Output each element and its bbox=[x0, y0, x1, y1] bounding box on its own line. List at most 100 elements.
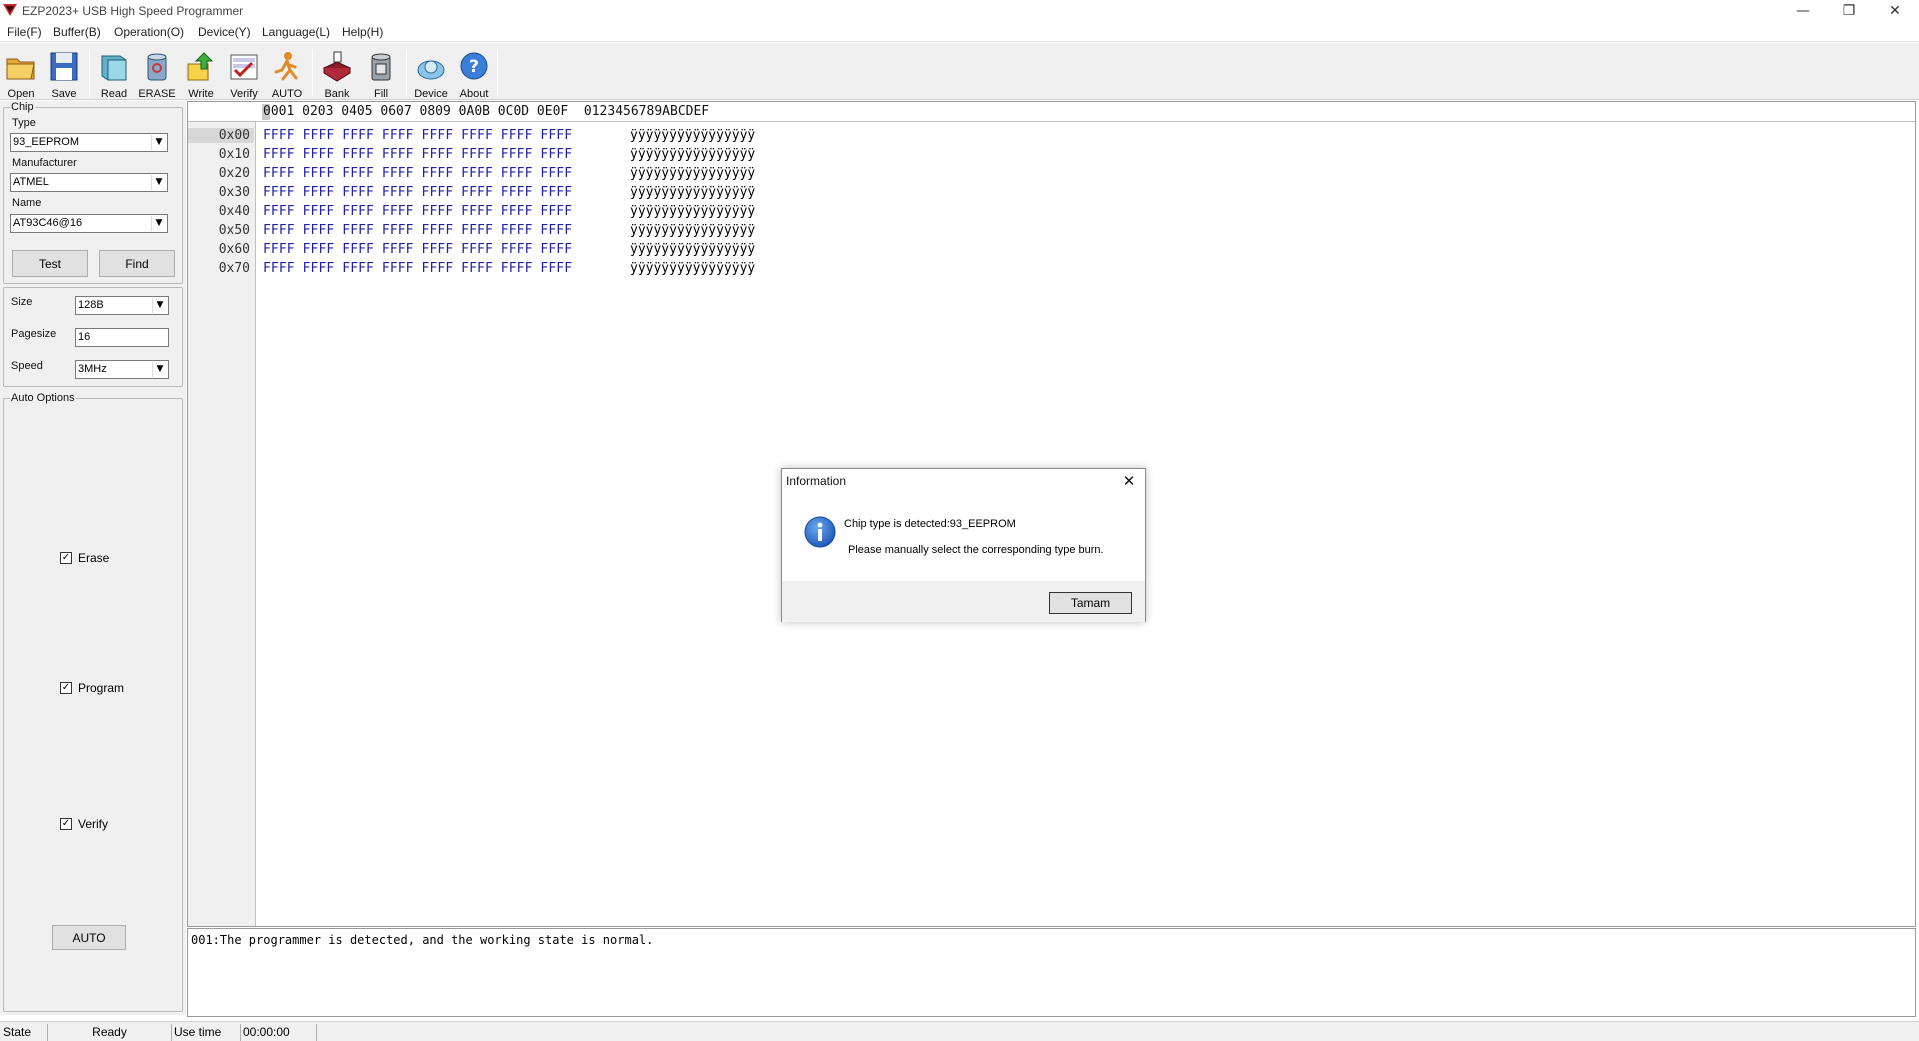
toolbar-separator bbox=[497, 49, 498, 97]
help-question-icon: ? bbox=[460, 52, 488, 80]
save-button[interactable]: Save bbox=[43, 47, 85, 100]
dialog-title: Information bbox=[786, 474, 847, 488]
row-address: 0x50 bbox=[218, 223, 250, 238]
row-ascii[interactable]: ÿÿÿÿÿÿÿÿÿÿÿÿÿÿÿÿ bbox=[630, 147, 755, 162]
minimize-button[interactable]: — bbox=[1780, 0, 1826, 22]
dialog-footer: Tamam bbox=[782, 581, 1145, 622]
find-button[interactable]: Find bbox=[99, 250, 175, 277]
device-button[interactable]: Device bbox=[410, 47, 452, 100]
erase-button[interactable]: ERASE bbox=[136, 47, 178, 100]
row-address: 0x00 bbox=[188, 128, 254, 143]
hex-column-header: 0001 0203 0405 0607 0809 0A0B 0C0D 0E0F … bbox=[188, 102, 1915, 122]
bank-book-icon bbox=[322, 51, 352, 82]
size-label: Size bbox=[11, 296, 33, 308]
status-state-label: State bbox=[1, 1024, 48, 1041]
dialog-close-button[interactable]: ✕ bbox=[1115, 470, 1143, 492]
erase-checkbox-label: Erase bbox=[78, 551, 110, 565]
row-address: 0x20 bbox=[218, 166, 250, 181]
speed-label: Speed bbox=[11, 360, 43, 372]
menu-device[interactable]: Device(Y) bbox=[198, 25, 251, 39]
chip-name-select-value: AT93C46@16 bbox=[13, 217, 83, 229]
size-select[interactable]: 128B ▼ bbox=[75, 296, 169, 315]
log-line: 001:The programmer is detected, and the … bbox=[191, 933, 654, 947]
type-select[interactable]: 93_EEPROM ▼ bbox=[10, 133, 168, 152]
read-button[interactable]: Read bbox=[93, 47, 135, 100]
toolbar-separator bbox=[89, 49, 90, 97]
menu-file[interactable]: File(F) bbox=[7, 25, 42, 39]
pagesize-field[interactable]: 16 bbox=[75, 328, 169, 347]
menu-bar: File(F) Buffer(B) Operation(O) Device(Y)… bbox=[0, 22, 1919, 42]
row-bytes[interactable]: FFFF FFFF FFFF FFFF FFFF FFFF FFFF FFFF bbox=[263, 204, 572, 219]
floppy-disk-icon bbox=[50, 52, 78, 81]
ok-button[interactable]: Tamam bbox=[1049, 592, 1132, 614]
row-ascii[interactable]: ÿÿÿÿÿÿÿÿÿÿÿÿÿÿÿÿ bbox=[630, 242, 755, 257]
write-arrow-icon bbox=[187, 52, 214, 81]
chevron-down-icon: ▼ bbox=[151, 135, 166, 150]
menu-help[interactable]: Help(H) bbox=[342, 25, 383, 39]
status-usetime-label: Use time bbox=[172, 1024, 241, 1041]
name-label: Name bbox=[12, 197, 42, 209]
about-button[interactable]: ? About bbox=[453, 47, 495, 100]
row-bytes[interactable]: FFFF FFFF FFFF FFFF FFFF FFFF FFFF FFFF bbox=[263, 242, 572, 257]
info-icon bbox=[804, 516, 836, 548]
left-panel: Chip Type 93_EEPROM ▼ Manufacturer ATMEL… bbox=[0, 101, 186, 1015]
menu-language[interactable]: Language(L) bbox=[262, 25, 330, 39]
folder-open-icon bbox=[6, 58, 35, 80]
device-gear-icon bbox=[417, 60, 445, 80]
row-ascii[interactable]: ÿÿÿÿÿÿÿÿÿÿÿÿÿÿÿÿ bbox=[630, 185, 755, 200]
fill-can-icon bbox=[371, 53, 391, 81]
svg-text:?: ? bbox=[469, 57, 479, 77]
speed-select[interactable]: 3MHz ▼ bbox=[75, 360, 169, 379]
fill-button[interactable]: Fill bbox=[360, 47, 402, 100]
chip-name-select[interactable]: AT93C46@16 ▼ bbox=[10, 214, 168, 233]
chip-group-label: Chip bbox=[11, 101, 34, 113]
checkmark-icon: ✓ bbox=[60, 552, 72, 564]
checkmark-icon: ✓ bbox=[60, 818, 72, 830]
status-bar: State Ready Use time 00:00:00 bbox=[0, 1021, 1919, 1041]
open-button[interactable]: Open bbox=[0, 47, 42, 100]
speed-select-value: 3MHz bbox=[78, 363, 107, 375]
menu-buffer[interactable]: Buffer(B) bbox=[53, 25, 101, 39]
row-ascii[interactable]: ÿÿÿÿÿÿÿÿÿÿÿÿÿÿÿÿ bbox=[630, 261, 755, 276]
running-man-icon bbox=[274, 52, 298, 81]
auto-button[interactable]: AUTO bbox=[52, 925, 126, 950]
book-read-icon bbox=[101, 55, 127, 81]
restore-button[interactable]: ❐ bbox=[1826, 0, 1872, 22]
row-bytes[interactable]: FFFF FFFF FFFF FFFF FFFF FFFF FFFF FFFF bbox=[263, 166, 572, 181]
chevron-down-icon: ▼ bbox=[151, 175, 166, 190]
row-address: 0x60 bbox=[218, 242, 250, 257]
auto-button-toolbar[interactable]: AUTO bbox=[266, 47, 308, 100]
verify-button[interactable]: Verify bbox=[223, 47, 265, 100]
close-window-button[interactable]: ✕ bbox=[1872, 0, 1918, 22]
auto-options-group: Auto Options bbox=[3, 392, 183, 1012]
write-button[interactable]: Write bbox=[180, 47, 222, 100]
program-checkbox[interactable]: ✓ Program bbox=[60, 681, 124, 695]
row-bytes[interactable]: FFFF FFFF FFFF FFFF FFFF FFFF FFFF FFFF bbox=[263, 128, 572, 143]
log-panel[interactable]: 001:The programmer is detected, and the … bbox=[187, 928, 1916, 1017]
toolbar: Open Save Read ERASE Write Verify AUTO B… bbox=[0, 43, 1919, 100]
row-bytes[interactable]: FFFF FFFF FFFF FFFF FFFF FFFF FFFF FFFF bbox=[263, 261, 572, 276]
chevron-down-icon: ▼ bbox=[151, 216, 166, 231]
row-bytes[interactable]: FFFF FFFF FFFF FFFF FFFF FFFF FFFF FFFF bbox=[263, 147, 572, 162]
row-ascii[interactable]: ÿÿÿÿÿÿÿÿÿÿÿÿÿÿÿÿ bbox=[630, 166, 755, 181]
test-button[interactable]: Test bbox=[12, 250, 88, 277]
manufacturer-select[interactable]: ATMEL ▼ bbox=[10, 173, 168, 192]
chevron-down-icon: ▼ bbox=[152, 362, 167, 377]
row-ascii[interactable]: ÿÿÿÿÿÿÿÿÿÿÿÿÿÿÿÿ bbox=[630, 223, 755, 238]
app-logo-icon bbox=[3, 4, 17, 16]
auto-options-label: Auto Options bbox=[11, 392, 75, 404]
row-address: 0x30 bbox=[218, 185, 250, 200]
row-ascii[interactable]: ÿÿÿÿÿÿÿÿÿÿÿÿÿÿÿÿ bbox=[630, 128, 755, 143]
verify-checkbox[interactable]: ✓ Verify bbox=[60, 817, 108, 831]
row-address: 0x40 bbox=[218, 204, 250, 219]
title-bar: EZP2023+ USB High Speed Programmer — ❐ ✕ bbox=[0, 0, 1919, 22]
row-bytes[interactable]: FFFF FFFF FFFF FFFF FFFF FFFF FFFF FFFF bbox=[263, 223, 572, 238]
menu-operation[interactable]: Operation(O) bbox=[114, 25, 184, 39]
row-ascii[interactable]: ÿÿÿÿÿÿÿÿÿÿÿÿÿÿÿÿ bbox=[630, 204, 755, 219]
row-bytes[interactable]: FFFF FFFF FFFF FFFF FFFF FFFF FFFF FFFF bbox=[263, 185, 572, 200]
toolbar-separator bbox=[312, 49, 313, 97]
bank-button[interactable]: Bank bbox=[316, 47, 358, 100]
erase-checkbox[interactable]: ✓ Erase bbox=[60, 551, 109, 565]
erase-bin-icon bbox=[147, 53, 167, 81]
dialog-message-instruction: Please manually select the corresponding… bbox=[848, 544, 1104, 556]
